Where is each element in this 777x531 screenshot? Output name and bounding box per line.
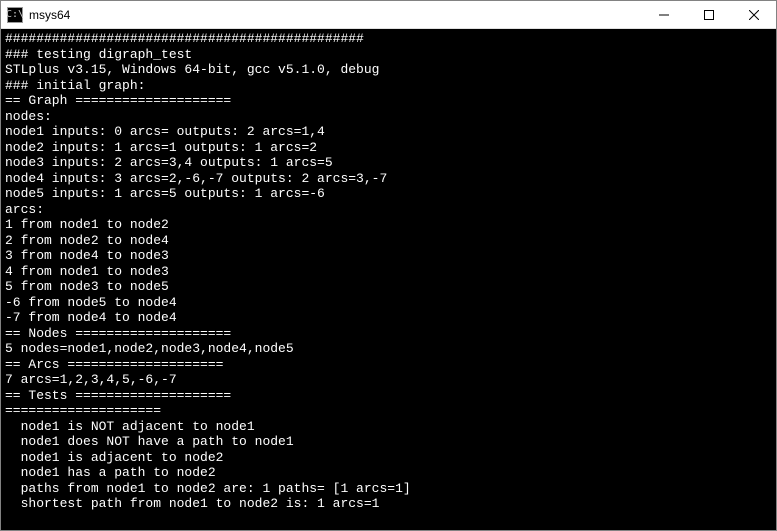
terminal-line: ### testing digraph_test (1, 47, 776, 63)
terminal-line: == Graph ==================== (1, 93, 776, 109)
terminal-line: == Nodes ==================== (1, 326, 776, 342)
terminal-line: node2 inputs: 1 arcs=1 outputs: 1 arcs=2 (1, 140, 776, 156)
terminal-line: ### initial graph: (1, 78, 776, 94)
window-controls (641, 1, 776, 28)
close-button[interactable] (731, 1, 776, 28)
terminal-line: 4 from node1 to node3 (1, 264, 776, 280)
terminal-line: node1 does NOT have a path to node1 (1, 434, 776, 450)
minimize-icon (659, 10, 669, 20)
window-title: msys64 (29, 8, 641, 22)
terminal-line: node3 inputs: 2 arcs=3,4 outputs: 1 arcs… (1, 155, 776, 171)
terminal-line: node1 inputs: 0 arcs= outputs: 2 arcs=1,… (1, 124, 776, 140)
terminal-line: 2 from node2 to node4 (1, 233, 776, 249)
terminal-line: 1 from node1 to node2 (1, 217, 776, 233)
maximize-button[interactable] (686, 1, 731, 28)
titlebar[interactable]: C:\ msys64 (1, 1, 776, 29)
terminal-line: -7 from node4 to node4 (1, 310, 776, 326)
terminal-line: nodes: (1, 109, 776, 125)
terminal-line: 5 nodes=node1,node2,node3,node4,node5 (1, 341, 776, 357)
terminal-line: == Tests ==================== (1, 388, 776, 404)
terminal-line: ########################################… (1, 31, 776, 47)
terminal-output[interactable]: ########################################… (1, 29, 776, 530)
terminal-line: node5 inputs: 1 arcs=5 outputs: 1 arcs=-… (1, 186, 776, 202)
maximize-icon (704, 10, 714, 20)
terminal-line: ==================== (1, 403, 776, 419)
terminal-line: STLplus v3.15, Windows 64-bit, gcc v5.1.… (1, 62, 776, 78)
terminal-line: -6 from node5 to node4 (1, 295, 776, 311)
terminal-line: 3 from node4 to node3 (1, 248, 776, 264)
terminal-line: shortest path from node1 to node2 is: 1 … (1, 496, 776, 512)
app-window: C:\ msys64 #############################… (0, 0, 777, 531)
terminal-line: 5 from node3 to node5 (1, 279, 776, 295)
terminal-line: arcs: (1, 202, 776, 218)
minimize-button[interactable] (641, 1, 686, 28)
app-icon: C:\ (7, 7, 23, 23)
terminal-line: node1 has a path to node2 (1, 465, 776, 481)
terminal-line: paths from node1 to node2 are: 1 paths= … (1, 481, 776, 497)
terminal-line: node4 inputs: 3 arcs=2,-6,-7 outputs: 2 … (1, 171, 776, 187)
close-icon (749, 10, 759, 20)
terminal-line: 7 arcs=1,2,3,4,5,-6,-7 (1, 372, 776, 388)
terminal-line: node1 is adjacent to node2 (1, 450, 776, 466)
terminal-line: node1 is NOT adjacent to node1 (1, 419, 776, 435)
terminal-line: == Arcs ==================== (1, 357, 776, 373)
